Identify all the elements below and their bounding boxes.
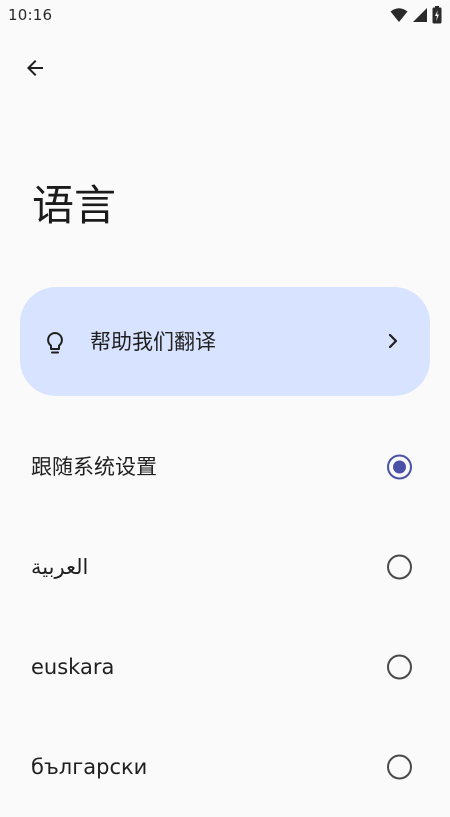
status-bar: 10:16 — [0, 0, 450, 32]
language-option-arabic[interactable]: العربية — [0, 517, 450, 617]
lightbulb-icon — [43, 330, 67, 360]
back-button[interactable] — [14, 49, 56, 91]
language-option-bulgarian[interactable]: български — [0, 717, 450, 817]
page-title: 语言 — [32, 181, 117, 230]
language-option-basque[interactable]: euskara — [0, 617, 450, 717]
arrow-back-icon — [23, 56, 47, 84]
help-translate-card[interactable]: 帮助我们翻译 — [20, 287, 430, 396]
language-label: العربية — [31, 555, 89, 579]
radio-button[interactable] — [387, 554, 412, 580]
cell-signal-icon — [412, 7, 428, 23]
language-label: euskara — [31, 655, 115, 679]
chevron-right-icon — [386, 333, 400, 353]
wifi-icon — [390, 7, 408, 23]
radio-button[interactable] — [387, 654, 412, 680]
language-option-system[interactable]: 跟随系统设置 — [0, 417, 450, 517]
battery-charging-icon — [432, 6, 442, 24]
status-time: 10:16 — [8, 6, 53, 24]
radio-button-selected[interactable] — [387, 454, 412, 480]
status-icons — [390, 6, 442, 24]
help-translate-label: 帮助我们翻译 — [90, 330, 216, 354]
radio-button[interactable] — [387, 754, 412, 780]
language-label: български — [31, 755, 148, 779]
language-label: 跟随系统设置 — [31, 455, 157, 479]
